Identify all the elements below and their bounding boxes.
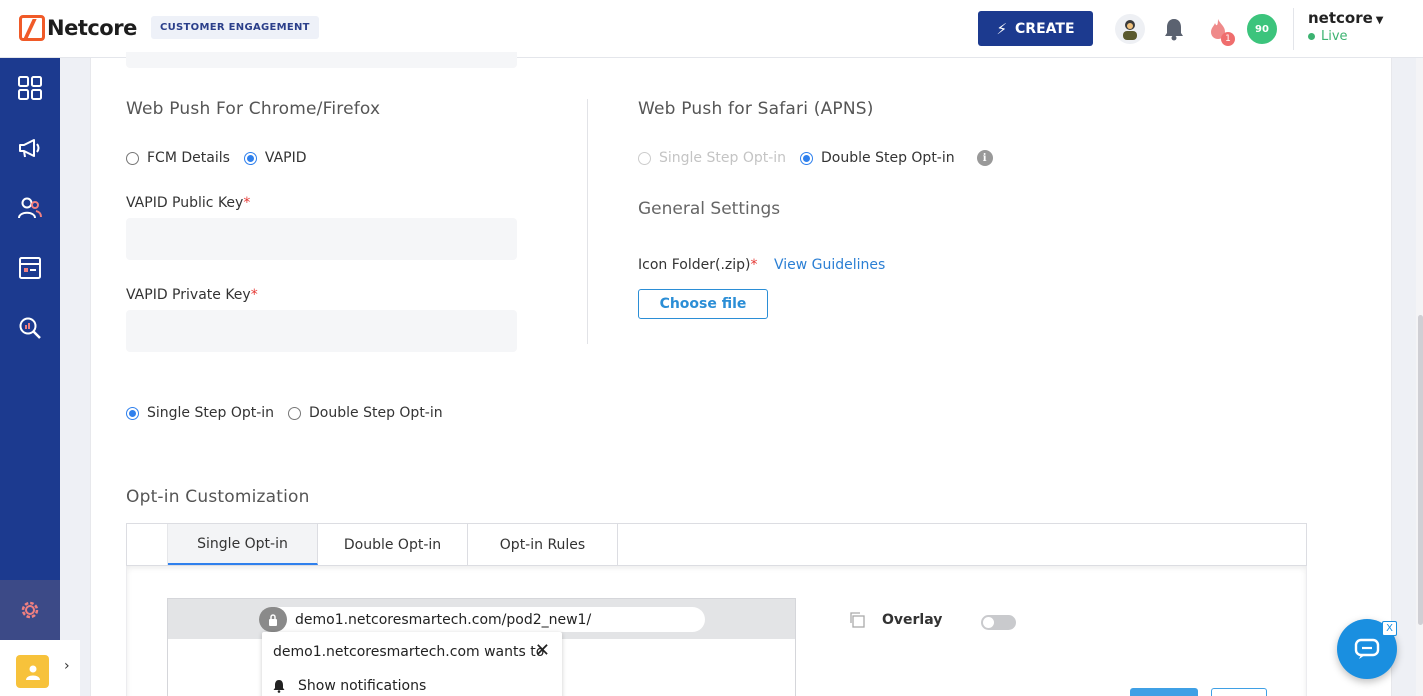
overlay-label: Overlay (882, 612, 943, 628)
gear-icon (21, 601, 39, 619)
analytics-search-icon (19, 317, 41, 339)
overlay-toggle[interactable] (981, 615, 1016, 630)
create-button[interactable]: ⚡︎ CREATE (978, 11, 1093, 46)
safari-single-step-radio[interactable] (638, 151, 651, 165)
lock-icon (259, 607, 287, 632)
icon-folder-text: Icon Folder(.zip) (638, 257, 751, 273)
account-status: Live (1308, 29, 1384, 44)
vapid-label[interactable]: VAPID (265, 150, 307, 166)
notification-permission-prompt: demo1.netcoresmartech.com wants to ✕ Sho… (262, 632, 562, 696)
save-button[interactable] (1130, 688, 1198, 696)
cancel-button[interactable] (1211, 688, 1267, 696)
fcm-details-label[interactable]: FCM Details (147, 150, 230, 166)
megaphone-icon (19, 139, 40, 158)
prompt-notification-row: Show notifications (272, 678, 426, 694)
icon-folder-label: Icon Folder(.zip)* View Guidelines (638, 257, 886, 273)
vapid-public-key-input[interactable] (126, 218, 517, 260)
fcm-details-radio[interactable] (126, 151, 139, 165)
account-menu[interactable]: netcore ▼ Live (1308, 9, 1384, 44)
window-icon (19, 257, 41, 279)
vapid-private-key-input[interactable] (126, 310, 517, 352)
sidebar-item-campaigns[interactable] (0, 118, 60, 178)
account-status-label: Live (1321, 29, 1348, 44)
vapid-public-key-label: VAPID Public Key* (126, 195, 251, 211)
browser-prompt-preview: demo1.netcoresmartech.com/pod2_new1/ dem… (167, 598, 796, 696)
brand-name: Netcore (47, 16, 137, 40)
close-icon: ✕ (534, 640, 550, 661)
bell-icon (273, 680, 285, 693)
previous-field[interactable] (126, 52, 517, 68)
sidebar-item-content[interactable] (0, 238, 60, 298)
double-step-optin-label[interactable]: Double Step Opt-in (309, 405, 443, 421)
chrome-mode-radio-group: FCM Details VAPID (126, 150, 307, 166)
chrome-section-title: Web Push For Chrome/Firefox (126, 99, 381, 119)
safari-single-step-label[interactable]: Single Step Opt-in (659, 150, 786, 166)
create-label: CREATE (1015, 20, 1075, 37)
copy-icon (850, 612, 865, 628)
general-settings-title: General Settings (638, 199, 781, 219)
product-badge: CUSTOMER ENGAGEMENT (151, 16, 319, 39)
single-step-optin-label[interactable]: Single Step Opt-in (147, 405, 274, 421)
optin-customization-title: Opt-in Customization (126, 487, 310, 507)
left-sidebar: › (0, 58, 80, 696)
netcore-logo[interactable]: Netcore (19, 15, 137, 41)
chat-close-button[interactable]: X (1382, 621, 1397, 636)
agent-avatar-icon[interactable] (1115, 14, 1145, 44)
dashboard-icon (18, 76, 42, 100)
scrollbar-thumb[interactable] (1418, 315, 1423, 625)
choose-file-button[interactable]: Choose file (638, 289, 768, 319)
chat-bubble-icon (1354, 638, 1380, 659)
user-profile-button[interactable] (16, 655, 49, 688)
chevron-right-icon[interactable]: › (64, 658, 70, 674)
url-pill: demo1.netcoresmartech.com/pod2_new1/ (259, 607, 705, 632)
settings-card: Web Push For Chrome/Firefox FCM Details … (90, 52, 1392, 696)
safari-double-step-radio[interactable] (800, 151, 814, 165)
double-step-optin-radio[interactable] (288, 406, 302, 420)
sidebar-item-audience[interactable] (0, 178, 60, 238)
prompt-notification-text: Show notifications (298, 678, 427, 694)
sidebar-item-analytics[interactable] (0, 298, 60, 358)
optin-mode-radio-group: Single Step Opt-in Double Step Opt-in (126, 405, 443, 421)
header-divider (1293, 8, 1294, 50)
section-divider (587, 99, 588, 344)
prompt-text: demo1.netcoresmartech.com wants to (273, 644, 545, 660)
overlay-row: Overlay (848, 611, 942, 629)
optin-tabs: Single Opt-in Double Opt-in Opt-in Rules (126, 523, 1307, 566)
account-name: netcore (1308, 9, 1373, 27)
caret-down-icon: ▼ (1375, 15, 1384, 26)
user-icon (25, 665, 40, 680)
info-icon[interactable]: i (976, 150, 993, 166)
netcore-logo-icon (19, 15, 45, 41)
fire-alert-icon[interactable]: 1 (1203, 14, 1235, 46)
users-icon (18, 197, 42, 219)
live-dot-icon (1308, 33, 1315, 40)
vapid-private-key-label: VAPID Private Key* (126, 287, 258, 303)
fire-count-badge: 1 (1221, 32, 1235, 46)
tab-optin-rules[interactable]: Opt-in Rules (468, 524, 618, 565)
top-header: Netcore CUSTOMER ENGAGEMENT ⚡︎ CREATE 1 … (0, 0, 1423, 58)
vapid-radio[interactable] (243, 151, 257, 165)
tab-single-optin[interactable]: Single Opt-in (168, 524, 318, 565)
vapid-public-key-text: VAPID Public Key (126, 195, 244, 211)
sidebar-item-dashboard[interactable] (0, 58, 60, 118)
lightning-icon: ⚡︎ (996, 19, 1008, 38)
sidebar-footer: › (0, 640, 80, 696)
account-name-row: netcore ▼ (1308, 9, 1384, 27)
notification-bell-icon[interactable] (1159, 14, 1189, 44)
vapid-private-key-text: VAPID Private Key (126, 287, 251, 303)
preview-url: demo1.netcoresmartech.com/pod2_new1/ (295, 611, 592, 628)
tab-double-optin[interactable]: Double Opt-in (318, 524, 468, 565)
tab-spacer (127, 524, 168, 565)
single-step-optin-radio[interactable] (126, 406, 139, 420)
safari-double-step-label[interactable]: Double Step Opt-in (821, 150, 955, 166)
sidebar-item-settings[interactable] (0, 580, 60, 640)
score-badge[interactable]: 90 (1247, 14, 1277, 44)
safari-section-title: Web Push for Safari (APNS) (638, 99, 874, 119)
view-guidelines-link[interactable]: View Guidelines (774, 257, 885, 273)
safari-mode-radio-group: Single Step Opt-in Double Step Opt-in i (638, 150, 993, 166)
